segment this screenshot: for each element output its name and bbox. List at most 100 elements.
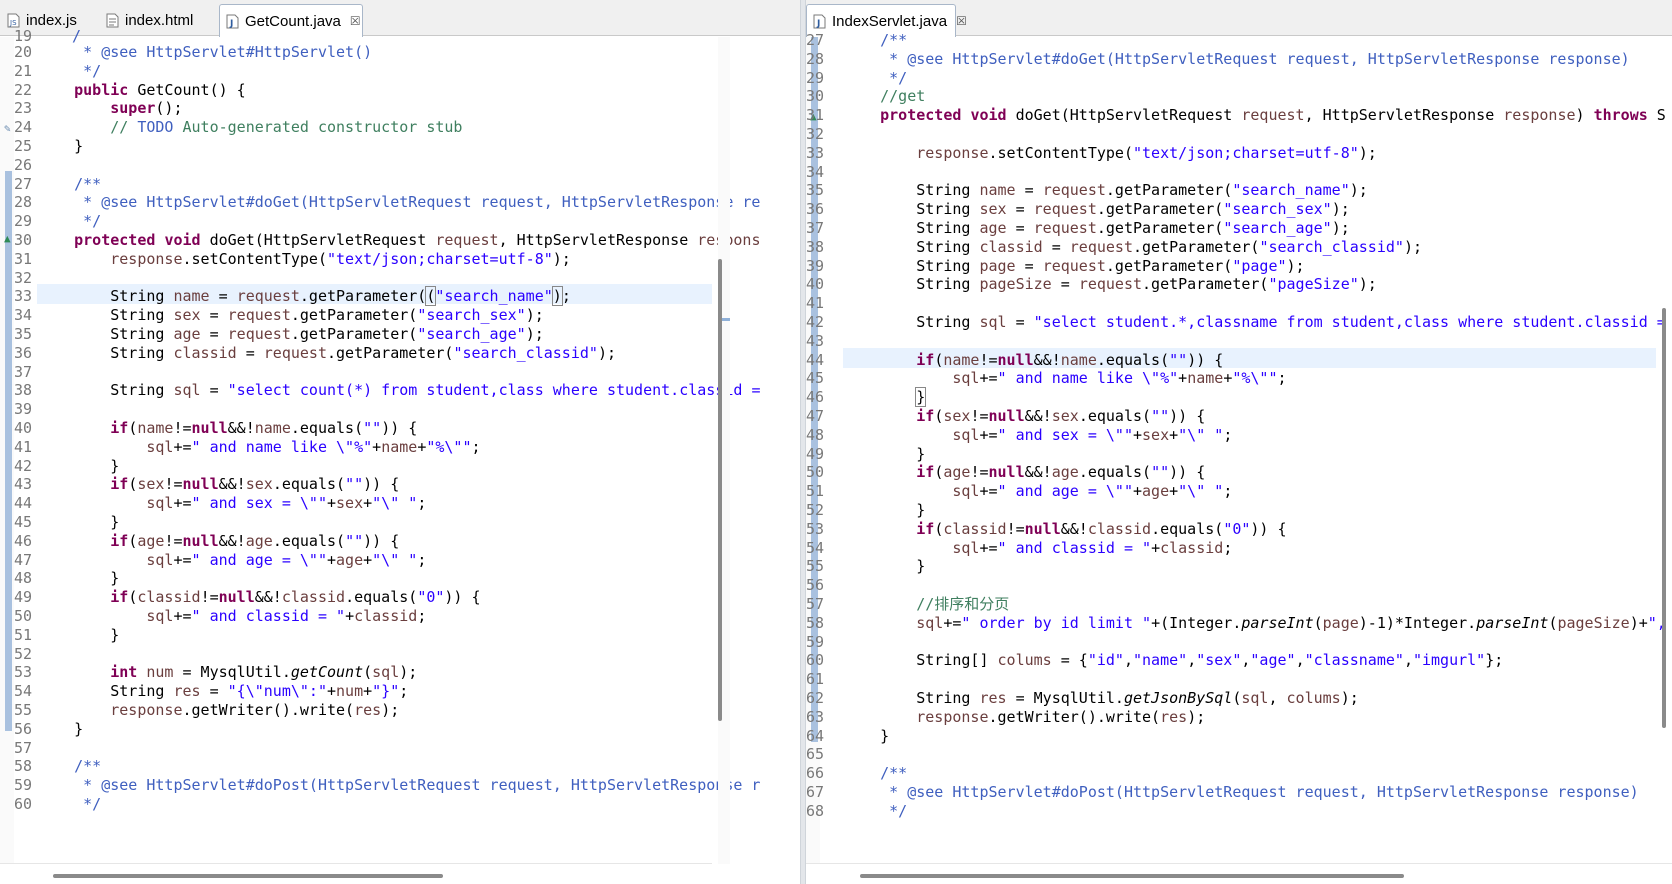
- horizontal-scrollbar[interactable]: [53, 874, 443, 878]
- code-line: if(sex!=null&&!sex.equals("")) {: [916, 407, 1206, 425]
- line-number: 44: [806, 350, 824, 369]
- tab-getcount-java[interactable]: J GetCount.java ☒: [219, 4, 363, 37]
- line-number: 26: [13, 155, 32, 174]
- line-number: 53: [13, 663, 32, 682]
- line-number: 52: [13, 644, 32, 663]
- svg-text:J: J: [229, 19, 233, 29]
- line-number: 41: [806, 294, 824, 313]
- line-number: 50: [13, 607, 32, 625]
- code-line: */: [38, 61, 102, 80]
- line-number: 39: [13, 400, 32, 419]
- code-line: * @see HttpServlet#HttpServlet(): [38, 43, 373, 61]
- code-line: sql+=" and sex = \""+sex+"\" ";: [952, 425, 1233, 444]
- line-number: 51: [806, 482, 824, 501]
- html-file-icon: [106, 13, 119, 28]
- code-line: String age = request.getParameter("searc…: [844, 219, 1350, 237]
- line-number: 23: [13, 99, 32, 118]
- code-line: }: [915, 387, 927, 408]
- line-number: 56: [806, 576, 824, 595]
- code-line: sql+=" and name like \"%"+name+"%\"";: [952, 369, 1287, 388]
- tab-label: IndexServlet.java: [832, 12, 948, 30]
- line-number: 36: [806, 200, 824, 219]
- line-number: 29: [13, 212, 32, 231]
- line-number: 60: [806, 651, 824, 670]
- line-number: 38: [806, 237, 824, 256]
- vertical-scrollbar[interactable]: [718, 259, 722, 721]
- code-line: }: [844, 501, 926, 519]
- line-number: 63: [806, 707, 824, 726]
- horizontal-scrollbar-track: [806, 863, 1672, 884]
- line-number: 24: [13, 118, 32, 137]
- line-number: 60: [13, 795, 32, 813]
- line-number: 56: [13, 719, 32, 738]
- line-number: 64: [806, 726, 824, 745]
- code-line: //排序和分页: [916, 595, 1010, 613]
- line-number: 32: [806, 125, 824, 143]
- code-line: if(name!=null&&!name.equals("")) {: [916, 350, 1224, 369]
- line-number: 28: [13, 193, 32, 212]
- line-number: 68: [806, 801, 824, 820]
- code-line: }: [844, 444, 926, 463]
- line-number: 41: [13, 437, 32, 456]
- code-line: protected void doGet(HttpServletRequest …: [880, 106, 1666, 125]
- line-number: 61: [806, 670, 824, 689]
- line-number: 32: [13, 268, 32, 287]
- java-file-icon: J: [813, 14, 826, 29]
- svg-text:J: J: [816, 19, 820, 29]
- code-editor-left[interactable]: ✎ ▲ 19 / 20 * @see HttpServlet#HttpServl…: [0, 27, 800, 884]
- tab-index-html[interactable]: index.html: [99, 4, 219, 36]
- line-number: 55: [806, 557, 824, 576]
- line-number: 58: [13, 757, 32, 776]
- code-line: String pageSize = request.getParameter("…: [844, 275, 1377, 294]
- line-number: 53: [806, 519, 824, 538]
- code-line: /**: [38, 174, 102, 193]
- close-icon[interactable]: ☒: [350, 14, 361, 28]
- line-number: 54: [806, 538, 824, 557]
- line-number: 33: [13, 287, 32, 306]
- code-line: if(age!=null&&!age.equals("")) {: [110, 531, 400, 550]
- code-line: */: [844, 68, 908, 87]
- code-line: */: [38, 795, 102, 813]
- line-number: 22: [13, 80, 32, 99]
- code-line: */: [844, 801, 908, 820]
- line-number: 30: [13, 231, 32, 249]
- code-editor-right[interactable]: ▲ 27 /** 28 * @see HttpServlet#doGet(Http…: [806, 31, 1672, 884]
- line-number: 31: [13, 249, 32, 268]
- code-line: }: [844, 557, 926, 576]
- line-number: 57: [13, 738, 32, 757]
- code-line: /**: [38, 757, 102, 776]
- line-number: 49: [13, 588, 32, 607]
- code-line: String sql = "select count(*) from stude…: [38, 381, 761, 400]
- horizontal-scrollbar[interactable]: [860, 874, 1404, 878]
- line-number: 59: [806, 632, 824, 651]
- line-number: 49: [806, 444, 824, 463]
- line-number: 33: [806, 143, 824, 162]
- tab-bar-right: J IndexServlet.java ☒: [806, 0, 1672, 37]
- tab-label: GetCount.java: [245, 12, 341, 30]
- code-line: String name = request.getParameter(("sea…: [38, 286, 571, 307]
- code-line: sql+=" and classid = "+classid;: [146, 607, 427, 625]
- code-line: String sql = "select student.*,classname…: [844, 313, 1666, 331]
- line-number: 42: [806, 313, 824, 331]
- line-number: 65: [806, 745, 824, 764]
- line-number: 44: [13, 494, 32, 513]
- line-number: 45: [806, 369, 824, 388]
- line-number: 55: [13, 701, 32, 719]
- code-line: protected void doGet(HttpServletRequest …: [74, 231, 760, 249]
- line-number: 20: [13, 43, 32, 61]
- code-line: response.getWriter().write(res);: [110, 701, 400, 719]
- vertical-scrollbar[interactable]: [1662, 308, 1666, 728]
- code-line: * @see HttpServlet#doGet(HttpServletRequ…: [844, 49, 1630, 68]
- code-line: }: [844, 726, 890, 745]
- tab-label: index.js: [26, 12, 77, 29]
- line-number: 42: [13, 456, 32, 475]
- close-icon[interactable]: ☒: [956, 14, 967, 28]
- line-number: 43: [806, 331, 824, 350]
- code-line: super();: [110, 99, 183, 118]
- code-line: String sex = request.getParameter("searc…: [844, 200, 1350, 219]
- overview-mark: [721, 318, 730, 321]
- code-line: if(age!=null&&!age.equals("")) {: [916, 463, 1206, 482]
- line-number: 31: [806, 106, 824, 125]
- line-number: 25: [13, 137, 32, 155]
- line-number: 36: [13, 343, 32, 362]
